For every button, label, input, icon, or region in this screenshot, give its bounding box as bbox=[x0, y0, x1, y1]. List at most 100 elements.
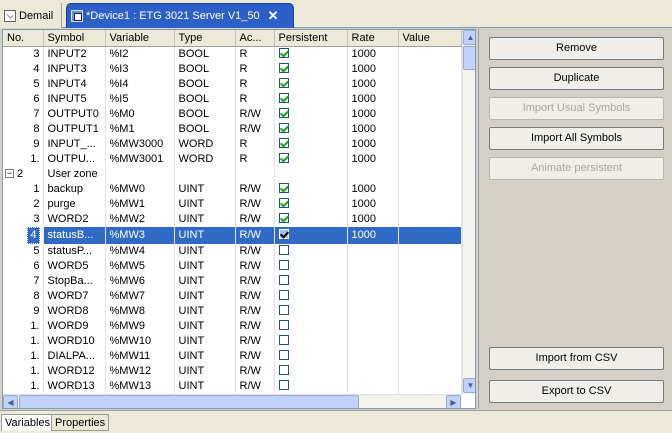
cell-no[interactable]: 1. bbox=[3, 348, 44, 364]
cell-no[interactable]: 1. bbox=[3, 318, 44, 334]
table-row[interactable]: 6 WORD5 %MW5 UINT R/W bbox=[3, 258, 462, 274]
col-header-access[interactable]: Ac... bbox=[235, 30, 275, 47]
cell-access[interactable]: R/W bbox=[235, 378, 275, 394]
cell-persistent[interactable] bbox=[274, 136, 348, 152]
cell-no[interactable]: 1. bbox=[3, 333, 44, 349]
persistent-checkbox[interactable] bbox=[278, 182, 289, 193]
cell-persistent[interactable] bbox=[274, 121, 348, 137]
persistent-checkbox[interactable] bbox=[278, 334, 289, 345]
persistent-checkbox[interactable] bbox=[278, 137, 289, 148]
cell-no[interactable]: 7 bbox=[3, 106, 44, 122]
table-row[interactable]: 1 backup %MW0 UINT R/W 1000 bbox=[3, 181, 462, 197]
scroll-left-icon[interactable]: ◀ bbox=[3, 395, 18, 408]
cell-rate[interactable] bbox=[347, 258, 399, 274]
cell-value[interactable] bbox=[398, 318, 462, 334]
cell-variable[interactable]: %I4 bbox=[105, 76, 175, 92]
persistent-checkbox[interactable] bbox=[278, 228, 289, 239]
cell-access[interactable]: R/W bbox=[235, 243, 275, 259]
cell-access[interactable]: R/W bbox=[235, 273, 275, 289]
table-row[interactable]: 3 WORD2 %MW2 UINT R/W 1000 bbox=[3, 211, 462, 227]
cell-variable[interactable]: %MW4 bbox=[105, 243, 175, 259]
cell-type[interactable]: UINT bbox=[174, 363, 236, 379]
cell-no[interactable]: 2 bbox=[3, 196, 44, 212]
cell-no[interactable]: 6 bbox=[3, 91, 44, 107]
cell-access[interactable]: R bbox=[235, 91, 275, 107]
persistent-checkbox[interactable] bbox=[278, 304, 289, 315]
persistent-checkbox[interactable] bbox=[278, 107, 289, 118]
cell-value[interactable] bbox=[398, 258, 462, 274]
cell-persistent[interactable] bbox=[274, 61, 348, 77]
cell-value[interactable] bbox=[398, 151, 462, 167]
cell-persistent[interactable] bbox=[274, 211, 348, 227]
cell-value[interactable] bbox=[398, 106, 462, 122]
cell-no[interactable]: 8 bbox=[3, 288, 44, 304]
cell-no[interactable]: 6 bbox=[3, 258, 44, 274]
cell-access[interactable]: R/W bbox=[235, 106, 275, 122]
persistent-checkbox[interactable] bbox=[278, 47, 289, 58]
cell-access[interactable]: R/W bbox=[235, 121, 275, 137]
cell-no[interactable]: 7 bbox=[3, 273, 44, 289]
import-csv-button[interactable]: Import from CSV bbox=[489, 347, 664, 370]
cell-type[interactable]: BOOL bbox=[174, 46, 236, 62]
cell-variable[interactable]: %M0 bbox=[105, 106, 175, 122]
col-header-no[interactable]: No. bbox=[3, 30, 44, 47]
col-header-rate[interactable]: Rate bbox=[347, 30, 399, 47]
cell-value[interactable] bbox=[398, 76, 462, 92]
cell-type[interactable]: UINT bbox=[174, 318, 236, 334]
cell-value[interactable] bbox=[398, 243, 462, 259]
cell-type[interactable]: BOOL bbox=[174, 61, 236, 77]
table-row[interactable]: 9 INPUT_... %MW3000 WORD R 1000 bbox=[3, 136, 462, 152]
cell-rate[interactable]: 1000 bbox=[347, 226, 399, 244]
cell-type[interactable]: WORD bbox=[174, 136, 236, 152]
cell-rate[interactable] bbox=[347, 303, 399, 319]
cell-rate[interactable]: 1000 bbox=[347, 196, 399, 212]
tab-device1[interactable]: *Device1 : ETG 3021 Server V1_50 ✕ bbox=[66, 3, 294, 28]
cell-no[interactable]: 1 bbox=[3, 181, 44, 197]
cell-symbol[interactable]: WORD10 bbox=[43, 333, 106, 349]
cell-value[interactable] bbox=[398, 378, 462, 394]
cell-access[interactable]: R/W bbox=[235, 258, 275, 274]
table-row[interactable]: 6 INPUT5 %I5 BOOL R 1000 bbox=[3, 91, 462, 107]
cell-persistent[interactable] bbox=[274, 258, 348, 274]
cell-value[interactable] bbox=[398, 61, 462, 77]
cell-symbol[interactable]: WORD2 bbox=[43, 211, 106, 227]
persistent-checkbox[interactable] bbox=[278, 364, 289, 375]
tab-variables[interactable]: Variables bbox=[1, 414, 55, 431]
cell-access[interactable]: R bbox=[235, 61, 275, 77]
table-row[interactable]: 1. OUTPU... %MW3001 WORD R 1000 bbox=[3, 151, 462, 167]
cell-type[interactable]: BOOL bbox=[174, 121, 236, 137]
cell-symbol[interactable]: OUTPUT0 bbox=[43, 106, 106, 122]
col-header-variable[interactable]: Variable bbox=[105, 30, 175, 47]
table-row[interactable]: 7 OUTPUT0 %M0 BOOL R/W 1000 bbox=[3, 106, 462, 122]
cell-rate[interactable]: 1000 bbox=[347, 121, 399, 137]
cell-symbol[interactable]: OUTPUT1 bbox=[43, 121, 106, 137]
persistent-checkbox[interactable] bbox=[278, 259, 289, 270]
table-row[interactable]: 7 StopBa... %MW6 UINT R/W bbox=[3, 273, 462, 289]
cell-access[interactable]: R/W bbox=[235, 363, 275, 379]
cell-value[interactable] bbox=[398, 196, 462, 212]
cell-access[interactable]: R/W bbox=[235, 288, 275, 304]
cell-persistent[interactable] bbox=[274, 378, 348, 394]
cell-rate[interactable]: 1000 bbox=[347, 136, 399, 152]
table-row[interactable]: 9 WORD8 %MW8 UINT R/W bbox=[3, 303, 462, 319]
cell-no[interactable]: 1. bbox=[3, 151, 44, 167]
cell-symbol[interactable]: INPUT3 bbox=[43, 61, 106, 77]
persistent-checkbox[interactable] bbox=[278, 197, 289, 208]
col-header-type[interactable]: Type bbox=[174, 30, 236, 47]
cell-symbol[interactable]: WORD5 bbox=[43, 258, 106, 274]
variables-table[interactable]: No. Symbol Variable Type Ac... Persisten… bbox=[2, 29, 476, 409]
cell-no[interactable]: 3 bbox=[3, 211, 44, 227]
cell-type[interactable]: UINT bbox=[174, 348, 236, 364]
cell-rate[interactable]: 1000 bbox=[347, 61, 399, 77]
table-row[interactable]: 1. WORD10 %MW10 UINT R/W bbox=[3, 333, 462, 349]
cell-variable[interactable]: %MW2 bbox=[105, 211, 175, 227]
horizontal-scrollbar[interactable]: ◀ ▶ bbox=[3, 394, 462, 408]
cell-access[interactable]: R/W bbox=[235, 303, 275, 319]
cell-type[interactable]: BOOL bbox=[174, 91, 236, 107]
cell-no[interactable]: 1. bbox=[3, 378, 44, 394]
duplicate-button[interactable]: Duplicate bbox=[489, 67, 664, 90]
cell-value[interactable] bbox=[398, 121, 462, 137]
cell-symbol[interactable]: purge bbox=[43, 196, 106, 212]
cell-persistent[interactable] bbox=[274, 181, 348, 197]
cell-persistent[interactable] bbox=[274, 363, 348, 379]
